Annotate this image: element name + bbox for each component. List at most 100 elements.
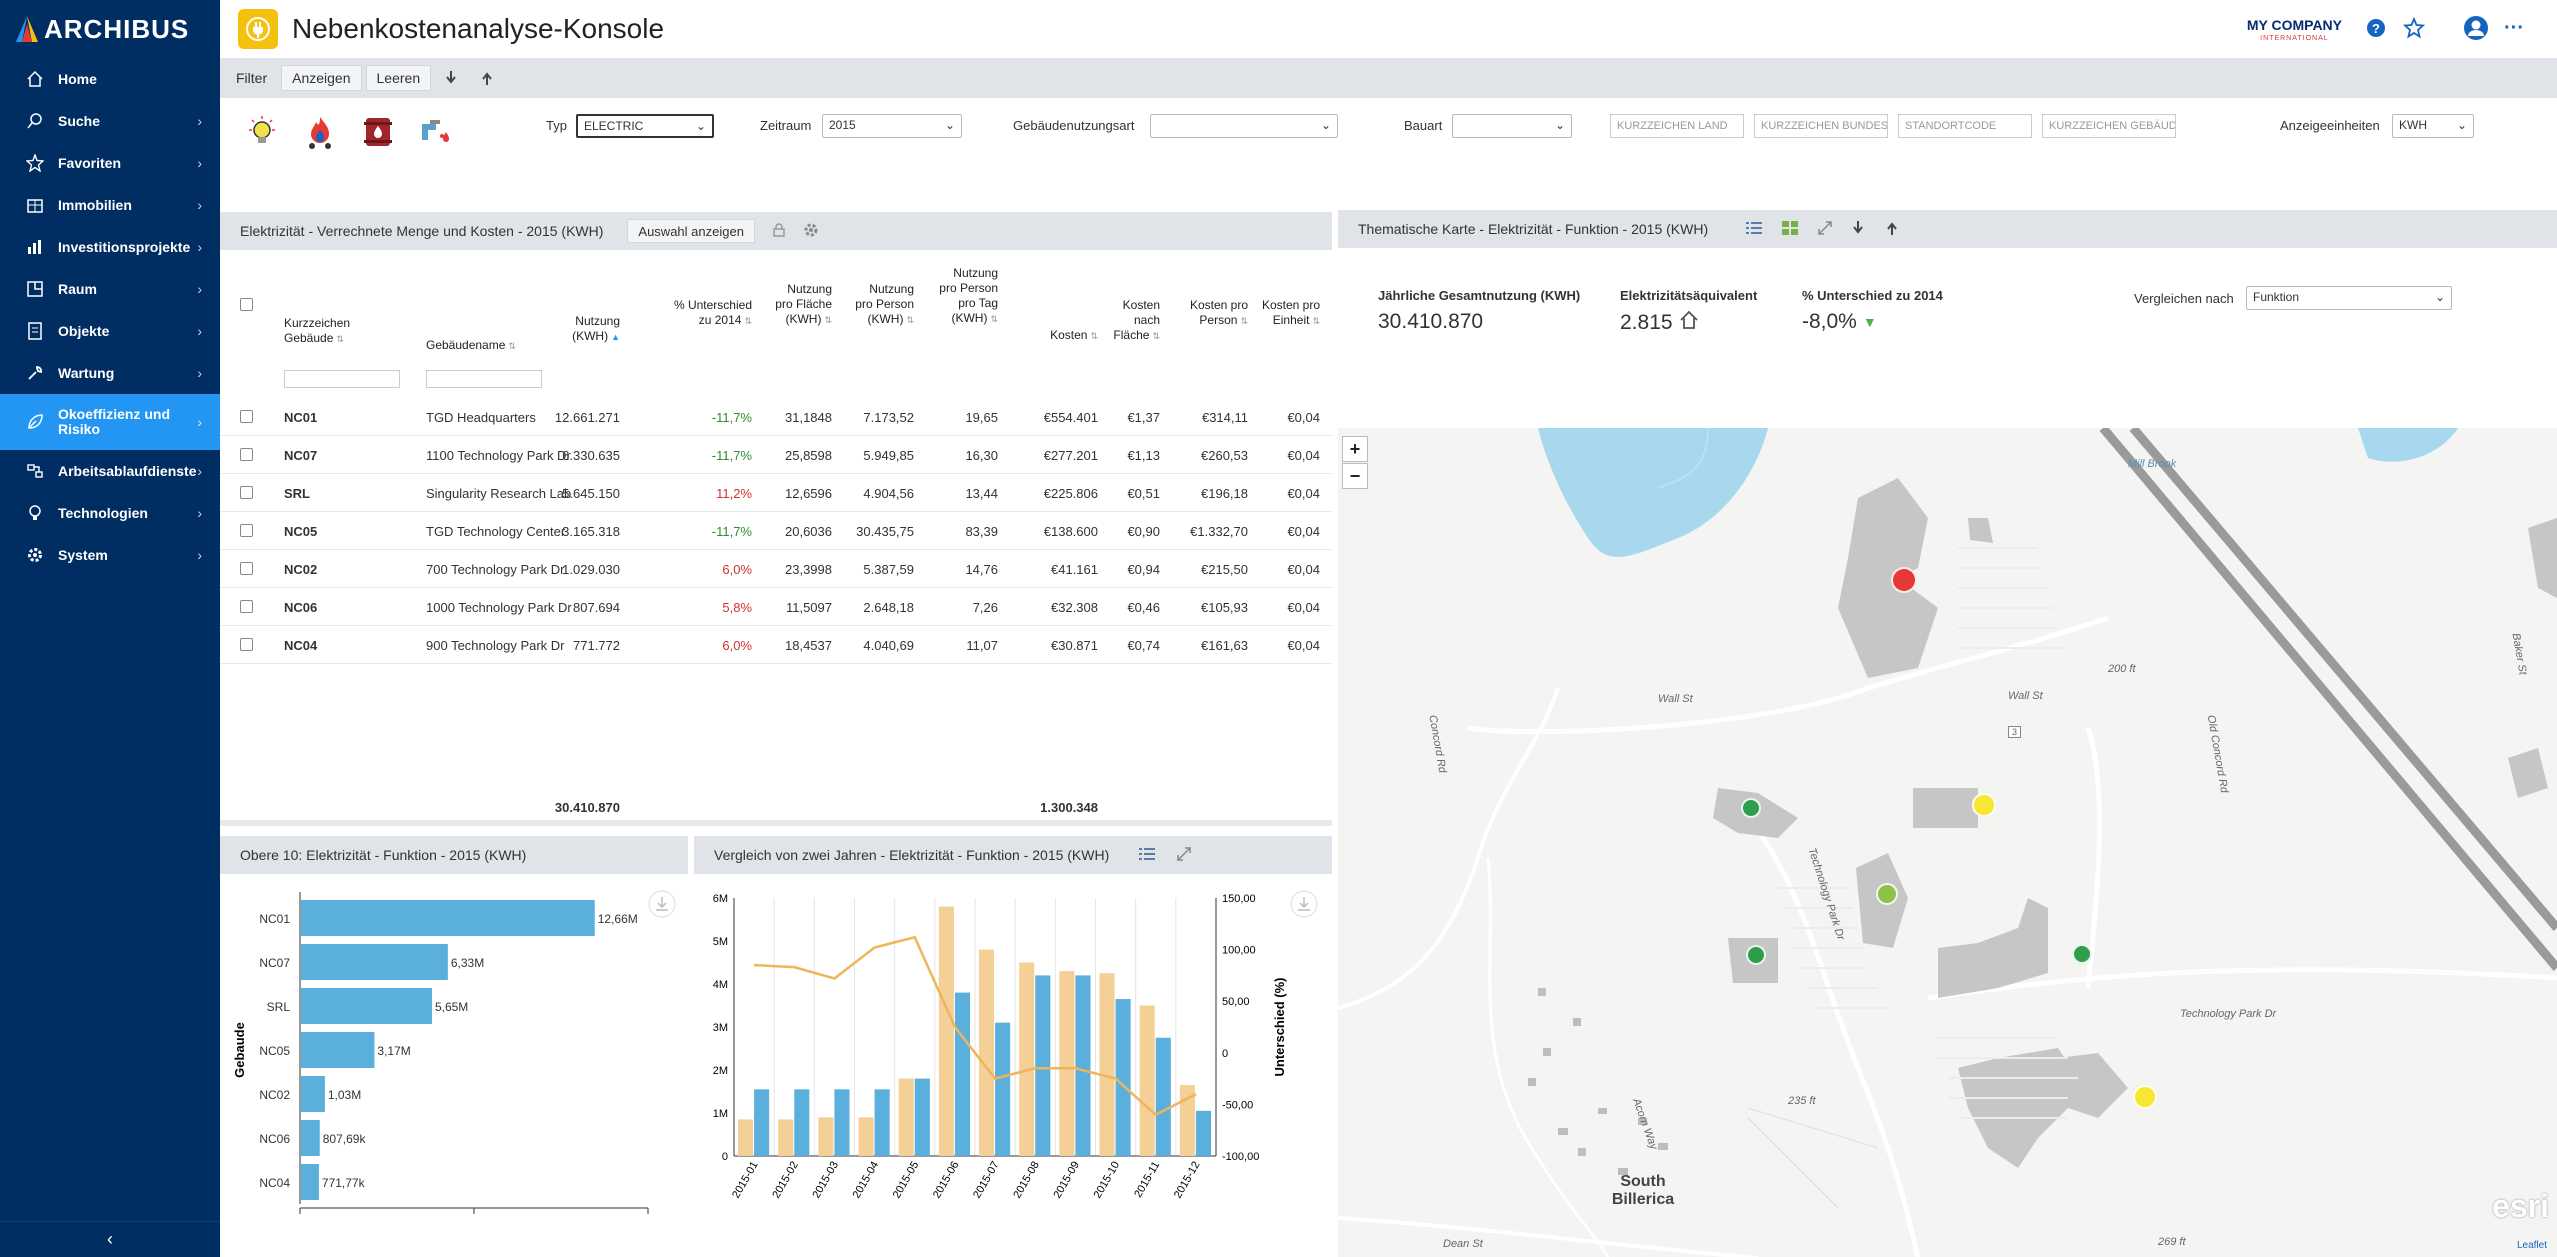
row-checkbox[interactable] (240, 410, 253, 423)
bar-NC07[interactable] (301, 944, 448, 980)
user-avatar-icon[interactable] (2463, 15, 2489, 41)
column-header[interactable]: % Unterschied zu 2014 ⇅ (672, 298, 752, 329)
bar-2015-03-1[interactable] (834, 1089, 850, 1156)
bar-NC05[interactable] (301, 1032, 375, 1068)
building-code-filter-input[interactable] (284, 370, 400, 388)
gas-utility-icon[interactable] (300, 110, 340, 154)
bar-2015-01-0[interactable] (738, 1119, 754, 1156)
column-header[interactable]: Kosten pro Einheit ⇅ (1260, 298, 1320, 329)
bar-2015-03-0[interactable] (818, 1117, 834, 1156)
sidebar-item-bulb[interactable]: Technologien › (0, 492, 220, 534)
country-code-input[interactable]: KURZZEICHEN LAND (1610, 114, 1744, 138)
bar-2015-05-0[interactable] (898, 1078, 914, 1156)
table-row[interactable]: NC04 900 Technology Park Dr 771.772 6,0% 18,… (220, 626, 1332, 664)
map-marker-nc04[interactable] (2133, 1085, 2157, 1109)
bar-2015-04-0[interactable] (858, 1117, 874, 1156)
building-usage-select[interactable]: ⌄ (1150, 114, 1338, 138)
sidebar-item-leaf[interactable]: Okoeffizienz und Risiko › (0, 394, 220, 450)
bar-2015-08-1[interactable] (1035, 975, 1051, 1156)
bar-NC06[interactable] (301, 1120, 320, 1156)
period-select[interactable]: 2015 ⌄ (822, 114, 962, 138)
download-icon[interactable] (1852, 220, 1864, 238)
bar-2015-10-0[interactable] (1099, 973, 1115, 1156)
bar-NC01[interactable] (301, 900, 595, 936)
show-selection-button[interactable]: Auswahl anzeigen (627, 219, 755, 243)
download-icon[interactable] (648, 890, 676, 918)
list-view-icon[interactable] (1139, 847, 1156, 864)
bar-2015-10-1[interactable] (1115, 999, 1131, 1156)
sidebar-item-floorplan[interactable]: Raum › (0, 268, 220, 310)
map-marker-nc01[interactable] (1891, 567, 1917, 593)
map-marker-nc06[interactable] (2072, 944, 2092, 964)
expand-icon[interactable] (1818, 220, 1832, 238)
sidebar-item-workflow[interactable]: Arbeitsablaufdienste › (0, 450, 220, 492)
table-row[interactable]: NC02 700 Technology Park Dr 1.029.030 6,0% 2… (220, 550, 1332, 588)
sidebar-item-document[interactable]: Objekte › (0, 310, 220, 352)
type-select[interactable]: ELECTRIC ⌄ (576, 114, 714, 138)
grid-view-icon[interactable] (1782, 220, 1799, 238)
column-header[interactable]: Gebäudename ⇅ (426, 338, 546, 354)
sidebar-item-chart[interactable]: Investitionsprojekte › (0, 226, 220, 268)
bar-NC04[interactable] (301, 1164, 319, 1200)
sidebar-item-star[interactable]: Favoriten › (0, 142, 220, 184)
state-code-input[interactable]: KURZZEICHEN BUNDESLAND (1754, 114, 1888, 138)
bar-2015-12-1[interactable] (1195, 1110, 1211, 1156)
map-marker-nc02[interactable] (1746, 945, 1766, 965)
download-icon[interactable] (1290, 890, 1318, 918)
bar-2015-04-1[interactable] (874, 1089, 890, 1156)
gear-icon[interactable] (803, 222, 819, 241)
map-marker-srl[interactable] (1876, 883, 1898, 905)
construction-select[interactable]: ⌄ (1452, 114, 1572, 138)
bar-SRL[interactable] (301, 988, 432, 1024)
favorites-icon[interactable] (2401, 15, 2427, 41)
show-button[interactable]: Anzeigen (281, 65, 362, 91)
collapse-up-icon[interactable] (471, 65, 503, 91)
column-header[interactable]: Kosten nach Fläche ⇅ (1104, 298, 1160, 344)
thematic-map[interactable]: + − Wall St Wall St Concord Rd Old Conco… (1338, 428, 2557, 1257)
table-row[interactable]: NC05 TGD Technology Center 3.165.318 -11,7%… (220, 512, 1332, 550)
column-header[interactable]: Nutzung (KWH) ▲ (560, 314, 620, 345)
bar-2015-07-1[interactable] (995, 1022, 1011, 1156)
more-menu-icon[interactable]: ··· (2501, 15, 2527, 41)
zoom-in-button[interactable]: + (1342, 436, 1368, 462)
building-name-filter-input[interactable] (426, 370, 542, 388)
clear-button[interactable]: Leeren (365, 65, 432, 91)
bar-2015-06-1[interactable] (954, 992, 970, 1156)
expand-icon[interactable] (1177, 846, 1192, 864)
electric-utility-icon[interactable] (242, 110, 282, 154)
row-checkbox[interactable] (240, 448, 253, 461)
map-marker-nc05[interactable] (1741, 798, 1761, 818)
column-header[interactable]: Kosten ⇅ (1038, 328, 1098, 344)
row-checkbox[interactable] (240, 600, 253, 613)
bar-2015-02-1[interactable] (794, 1089, 810, 1156)
bar-2015-05-1[interactable] (914, 1078, 930, 1156)
compare-by-select[interactable]: Funktion ⌄ (2246, 286, 2452, 310)
lock-icon[interactable] (773, 222, 785, 240)
sidebar-item-building[interactable]: Immobilien › (0, 184, 220, 226)
bar-2015-09-1[interactable] (1075, 975, 1091, 1156)
table-row[interactable]: NC07 1100 Technology Park Dr 6.330.635 -11,… (220, 436, 1332, 474)
leaflet-attribution-link[interactable]: Leaflet (2517, 1240, 2547, 1251)
table-row[interactable]: NC01 TGD Headquarters 12.661.271 -11,7% 31,1… (220, 398, 1332, 436)
column-header[interactable]: Nutzung pro Person pro Tag (KWH) ⇅ (936, 266, 998, 327)
sidebar-item-home[interactable]: Home (0, 58, 220, 100)
water-utility-icon[interactable] (416, 110, 456, 154)
building-code-input[interactable]: KURZZEICHEN GEBÄUDE (2042, 114, 2176, 138)
column-header[interactable]: Kurzzeichen Gebäude ⇅ (284, 316, 364, 347)
column-header[interactable]: Kosten pro Person ⇅ (1188, 298, 1248, 329)
upload-icon[interactable] (1886, 221, 1898, 238)
collapse-sidebar-button[interactable]: ‹ (0, 1221, 220, 1257)
row-checkbox[interactable] (240, 638, 253, 651)
row-checkbox[interactable] (240, 524, 253, 537)
site-code-input[interactable]: STANDORTCODE (1898, 114, 2032, 138)
sidebar-item-wrench[interactable]: Wartung › (0, 352, 220, 394)
bar-2015-08-0[interactable] (1019, 962, 1035, 1157)
table-row[interactable]: SRL Singularity Research Lab 5.645.150 11,2… (220, 474, 1332, 512)
help-icon[interactable]: ? (2363, 15, 2389, 41)
bar-2015-11-0[interactable] (1139, 1005, 1155, 1157)
column-header[interactable]: Nutzung pro Fläche (KWH) ⇅ (772, 282, 832, 328)
bar-NC02[interactable] (301, 1076, 325, 1112)
sidebar-item-search[interactable]: Suche › (0, 100, 220, 142)
bar-2015-06-0[interactable] (938, 906, 954, 1156)
table-row[interactable]: NC06 1000 Technology Park Dr 807.694 5,8% 11… (220, 588, 1332, 626)
